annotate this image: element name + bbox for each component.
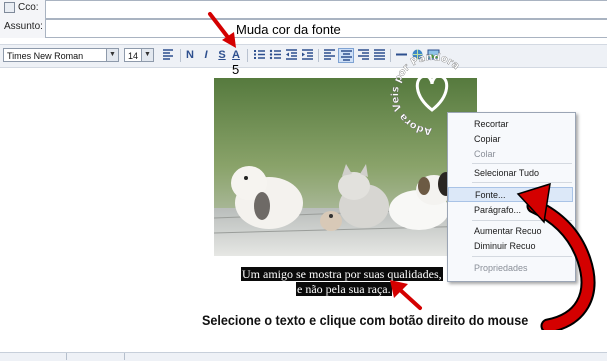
cco-row: Cco: [0,0,607,19]
assunto-label-group: Assunto: [4,21,43,32]
align-center-icon[interactable] [338,48,354,63]
cco-input[interactable] [45,0,607,19]
step-number: 5 [232,62,240,77]
menu-item-recortar[interactable]: Recortar [448,117,573,132]
toolbar-divider [180,49,181,62]
outdent-icon[interactable] [284,48,298,63]
font-size-value: 14 [128,51,139,61]
numbered-list-icon[interactable] [252,48,266,63]
font-color-annotation: Muda cor da fonte [236,22,341,37]
assunto-label: Assunto: [4,21,43,32]
chevron-down-icon: ▼ [141,49,153,61]
align-left-icon[interactable] [322,48,336,63]
instruction-text: Selecione o texto e clique com botão dir… [202,312,529,328]
arrow-to-caption [390,280,422,310]
align-right-icon[interactable] [356,48,370,63]
bullet-list-icon[interactable] [268,48,282,63]
menu-item-copiar[interactable]: Copiar [448,132,573,147]
cco-label: Cco: [18,2,39,13]
arrow-to-font-color [208,12,236,48]
font-name-value: Times New Roman [7,51,84,61]
indent-icon[interactable] [300,48,314,63]
chevron-down-icon: ▼ [106,49,118,61]
contacts-icon [4,2,15,13]
toolbar-divider [247,49,248,62]
style-icon[interactable] [160,48,176,63]
cco-label-group[interactable]: Cco: [4,2,39,13]
status-divider [124,353,125,360]
curved-arrow-to-fonte [516,182,596,330]
font-size-select[interactable]: 14 ▼ [124,48,154,62]
bold-button[interactable]: N [184,48,196,63]
format-toolbar: Times New Roman ▼ 14 ▼ N I S A [0,44,607,68]
caption-line-2[interactable]: e não pela sua raça. [296,282,392,296]
toolbar-divider [318,49,319,62]
status-divider [66,353,67,360]
font-name-select[interactable]: Times New Roman ▼ [3,48,119,62]
